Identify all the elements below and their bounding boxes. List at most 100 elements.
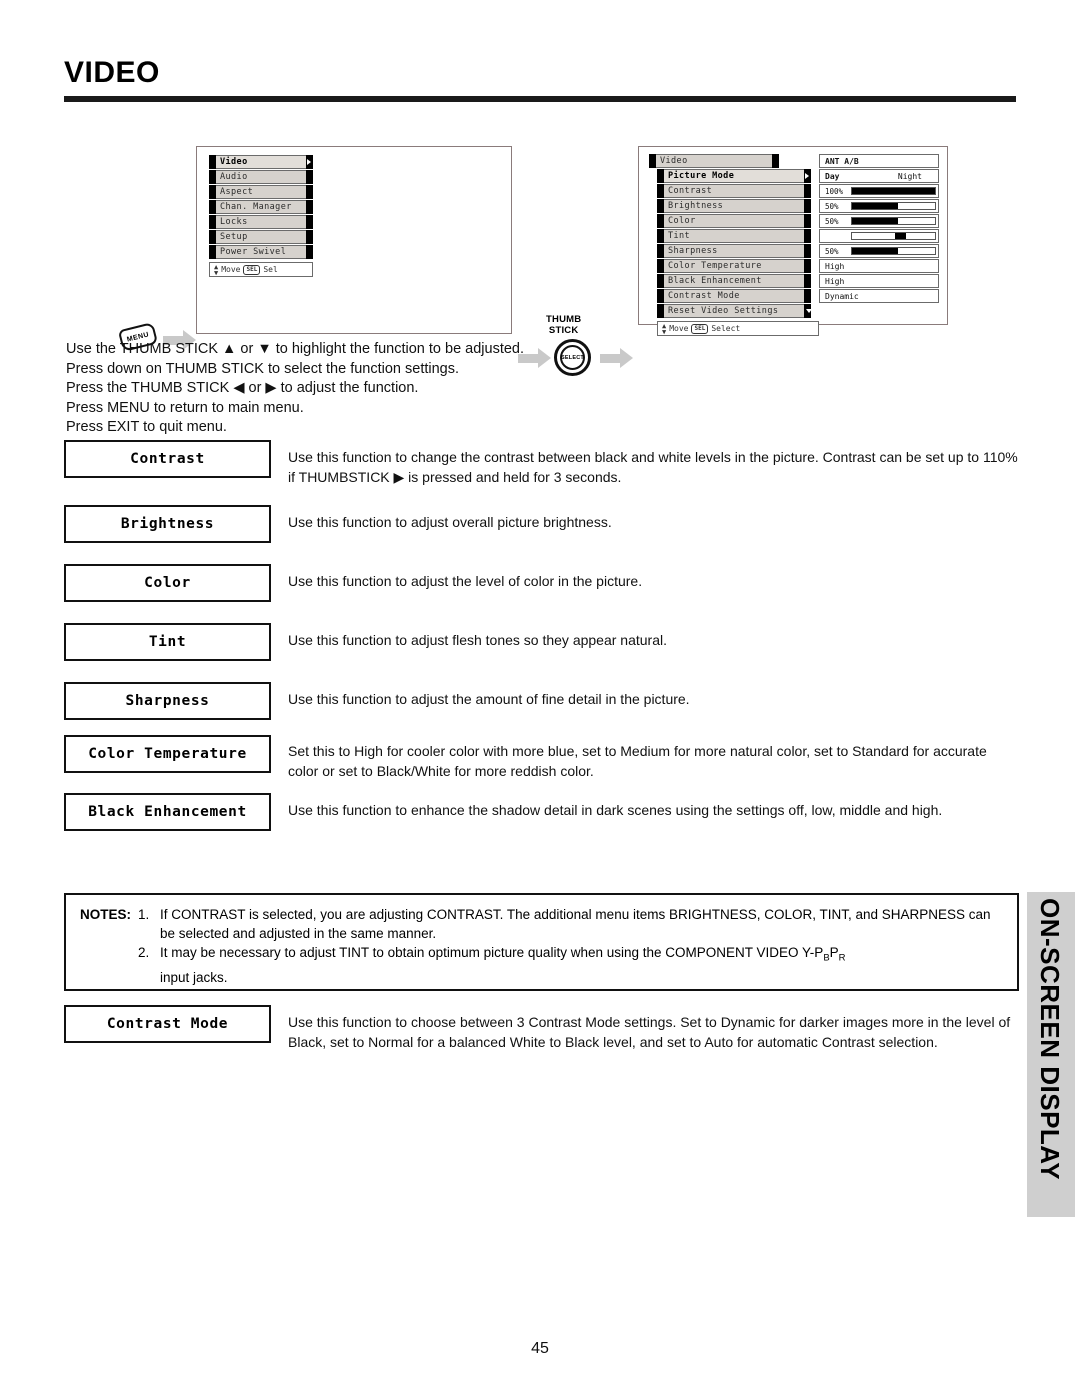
- menu-item-aspect[interactable]: Aspect: [209, 185, 313, 199]
- function-label-black-enhancement: Black Enhancement: [64, 793, 271, 831]
- item-left-cap-icon: [209, 185, 216, 199]
- menu-item-label: Setup: [220, 232, 248, 242]
- function-row-black-enhancement: Black Enhancement Use this function to e…: [64, 793, 1019, 831]
- item-left-cap-icon: [657, 289, 664, 303]
- item-right-cap-icon: [804, 274, 811, 288]
- instruction-line-3: Press the THUMB STICK ◀ or ▶ to adjust t…: [66, 380, 419, 397]
- item-left-cap-icon: [209, 200, 216, 214]
- video-row-color[interactable]: Color: [649, 214, 811, 228]
- color-meter[interactable]: [851, 217, 936, 225]
- hint-move-label: Move: [669, 324, 689, 333]
- menu-item-locks[interactable]: Locks: [209, 215, 313, 229]
- menu-item-label: Locks: [220, 217, 248, 227]
- function-label-tint: Tint: [64, 623, 271, 661]
- brightness-meter[interactable]: [851, 202, 936, 210]
- video-row-brightness[interactable]: Brightness: [649, 199, 811, 213]
- item-left-cap-icon: [657, 304, 664, 318]
- video-row-color-temperature[interactable]: Color Temperature: [649, 259, 811, 273]
- video-row-label: Sharpness: [668, 246, 718, 256]
- video-row-label: Reset Video Settings: [668, 306, 779, 316]
- item-left-cap-icon: [209, 245, 216, 259]
- video-row-picture-mode[interactable]: Picture Mode: [649, 169, 811, 183]
- notes-item-2-text-a: It may be necessary to adjust TINT to ob…: [160, 945, 824, 960]
- menu-item-label: Audio: [220, 172, 248, 182]
- function-description-color: Use this function to adjust the level of…: [288, 573, 643, 589]
- value-picture-mode-day: Day: [825, 171, 840, 181]
- value-brightness-percent: 50%: [825, 201, 839, 211]
- item-right-cap-icon: [804, 229, 811, 243]
- menu-item-setup[interactable]: Setup: [209, 230, 313, 244]
- video-row-label: Brightness: [668, 201, 724, 211]
- function-label-brightness: Brightness: [64, 505, 271, 543]
- video-row-contrast-mode[interactable]: Contrast Mode: [649, 289, 811, 303]
- notes-item-2: 2. It may be necessary to adjust TINT to…: [80, 943, 1003, 987]
- main-menu-list: Video Audio Aspect Chan. Manager Locks S…: [209, 155, 313, 277]
- function-description-contrast: Use this function to change the contrast…: [288, 449, 1018, 485]
- thumbstick-label: THUMB STICK: [546, 314, 581, 336]
- video-row-label: Tint: [668, 231, 691, 241]
- function-description-color-temperature: Set this to High for cooler color with m…: [288, 743, 987, 779]
- value-antenna[interactable]: ANT A/B: [819, 154, 939, 168]
- menu-item-label: Power Swivel: [220, 247, 287, 257]
- section-tab-on-screen-display: ON-SCREEN DISPLAY: [1027, 892, 1075, 1217]
- value-tint[interactable]: [819, 229, 939, 243]
- function-label-contrast: Contrast: [64, 440, 271, 478]
- function-description-sharpness: Use this function to adjust the amount o…: [288, 691, 690, 707]
- function-description-contrast-mode: Use this function to choose between 3 Co…: [288, 1014, 1011, 1050]
- video-menu-label-column: Video Picture Mode Contrast Brightness C…: [649, 154, 819, 336]
- function-description-black-enhancement: Use this function to enhance the shadow …: [288, 802, 943, 818]
- tint-meter[interactable]: [851, 232, 936, 240]
- hint-action-label: Select: [711, 324, 741, 333]
- video-row-contrast[interactable]: Contrast: [649, 184, 811, 198]
- item-right-cap-icon: [804, 244, 811, 258]
- section-tab-label: ON-SCREEN DISPLAY: [1035, 898, 1065, 1181]
- item-left-cap-icon: [209, 155, 216, 169]
- video-row-label: Contrast: [668, 186, 713, 196]
- notes-item-2-text-c: input jacks.: [160, 969, 228, 985]
- contrast-meter[interactable]: [851, 187, 936, 195]
- value-contrast[interactable]: 100%: [819, 184, 939, 198]
- function-label-sharpness: Sharpness: [64, 682, 271, 720]
- video-menu-header-label: Video: [660, 156, 688, 166]
- up-down-arrows-icon: ▲ ▼: [662, 321, 667, 336]
- item-left-cap-icon: [209, 170, 216, 184]
- chevron-down-icon: [804, 304, 812, 318]
- instruction-line-2: Press down on THUMB STICK to select the …: [66, 360, 460, 377]
- value-color-temperature-label: High: [825, 261, 845, 271]
- value-contrast-mode[interactable]: Dynamic: [819, 289, 939, 303]
- page-number: 45: [531, 1340, 549, 1357]
- notes-item-2-number: 2.: [138, 945, 150, 960]
- thumbstick-label-line2: STICK: [548, 325, 579, 336]
- value-black-enhancement[interactable]: High: [819, 274, 939, 288]
- sharpness-meter[interactable]: [851, 247, 936, 255]
- menu-item-label: Aspect: [220, 187, 254, 197]
- video-row-sharpness[interactable]: Sharpness: [649, 244, 811, 258]
- up-down-arrows-icon: ▲ ▼: [214, 262, 219, 277]
- value-brightness[interactable]: 50%: [819, 199, 939, 213]
- function-row-contrast-mode: Contrast Mode Use this function to choos…: [64, 1005, 1019, 1052]
- value-sharpness[interactable]: 50%: [819, 244, 939, 258]
- value-color[interactable]: 50%: [819, 214, 939, 228]
- video-row-label: Color Temperature: [668, 261, 762, 271]
- video-menu-header: Video: [649, 154, 811, 168]
- instruction-line-4: Press MENU to return to main menu.: [66, 399, 304, 416]
- menu-item-power-swivel[interactable]: Power Swivel: [209, 245, 313, 259]
- function-descriptions-list: Contrast Use this function to change the…: [64, 440, 1019, 831]
- function-label-color-temperature: Color Temperature: [64, 735, 271, 773]
- item-right-cap-icon: [306, 215, 313, 229]
- menu-item-audio[interactable]: Audio: [209, 170, 313, 184]
- item-left-cap-icon: [209, 215, 216, 229]
- video-row-black-enhancement[interactable]: Black Enhancement: [649, 274, 811, 288]
- item-right-cap-icon: [804, 289, 811, 303]
- item-left-cap-icon: [657, 184, 664, 198]
- instruction-line-1: Use the THUMB STICK ▲ or ▼ to highlight …: [66, 341, 525, 357]
- item-left-cap-icon: [657, 214, 664, 228]
- video-row-reset-video-settings[interactable]: Reset Video Settings: [649, 304, 812, 318]
- menu-item-video[interactable]: Video: [209, 155, 313, 169]
- sel-key-icon: SEL: [243, 264, 261, 275]
- value-picture-mode[interactable]: Day Night: [819, 169, 939, 183]
- video-row-tint[interactable]: Tint: [649, 229, 811, 243]
- sel-key-icon: SEL: [691, 323, 709, 334]
- value-color-temperature[interactable]: High: [819, 259, 939, 273]
- menu-item-chan-manager[interactable]: Chan. Manager: [209, 200, 313, 214]
